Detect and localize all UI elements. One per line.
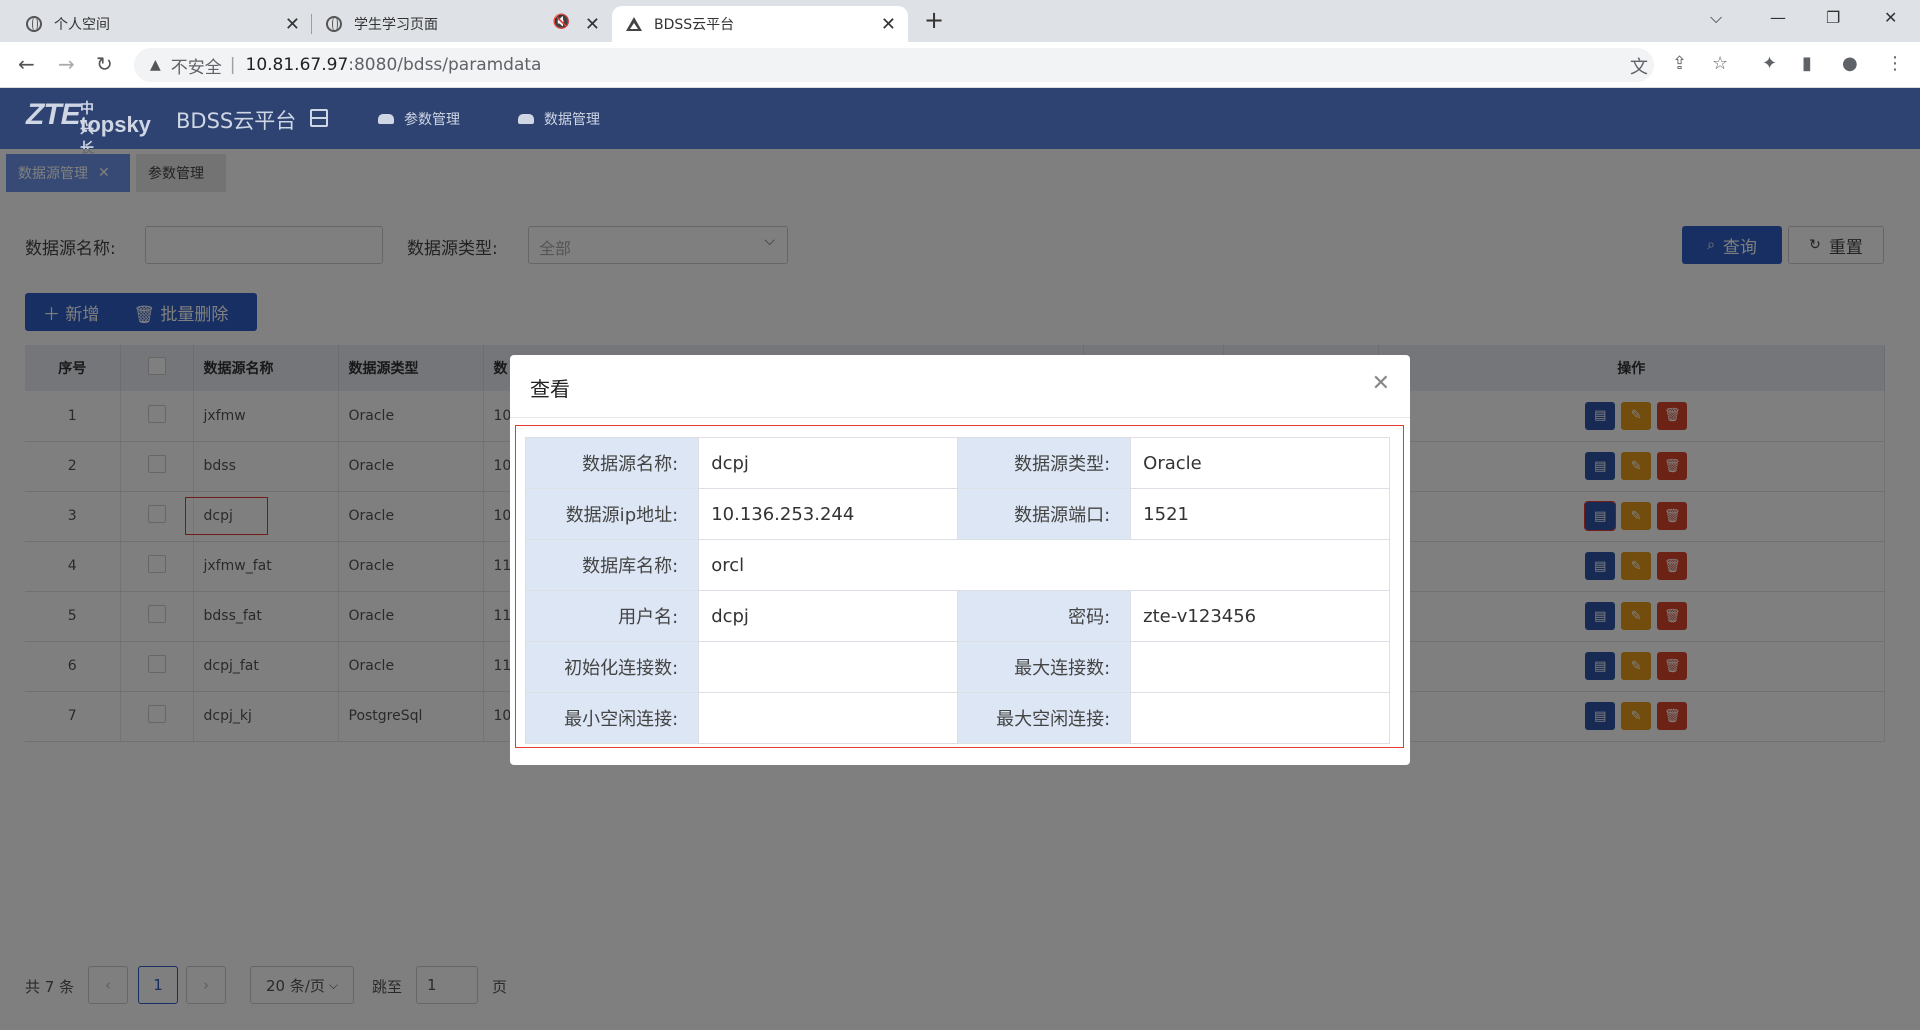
field-label: 数据源类型: (956, 437, 1132, 489)
field-value (1130, 692, 1390, 744)
detail-table: 数据源名称: dcpj 数据源类型: Oracle 数据源ip地址: 10.13… (524, 437, 1390, 744)
address-bar: ← → ↻ ▲ 不安全 | 10.81.67.97:8080/bdss/para… (0, 42, 1920, 88)
field-label: 用户名: (524, 590, 700, 642)
logo: ZTE 中兴长天 topsky (26, 98, 151, 176)
detail-row: 初始化连接数: 最大连接数: (524, 641, 1390, 693)
app-title: BDSS云平台 (176, 109, 297, 133)
back-icon[interactable]: ← (18, 52, 35, 76)
field-value: 10.136.253.244 (698, 488, 958, 540)
sidepanel-icon[interactable]: ▮ (1802, 53, 1812, 74)
globe-icon (326, 16, 342, 32)
field-value: dcpj (698, 437, 958, 489)
close-icon[interactable]: ✕ (285, 14, 300, 35)
detail-row: 数据库名称: orcl (524, 539, 1390, 591)
share-icon[interactable]: ⇪ (1672, 53, 1687, 74)
profile-icon[interactable]: ● (1842, 53, 1858, 74)
separator: | (229, 55, 236, 75)
browser-tab[interactable]: 学生学习页面 🔇 ✕ (312, 6, 612, 42)
field-label: 最大空闲连接: (956, 692, 1132, 744)
browser-tab-title: 学生学习页面 (354, 17, 438, 33)
field-value: dcpj (698, 590, 958, 642)
field-value (698, 692, 958, 744)
field-label: 数据库名称: (524, 539, 700, 591)
browser-tab-title: 个人空间 (54, 17, 110, 33)
url-field[interactable]: ▲ 不安全 | 10.81.67.97:8080/bdss/paramdata (134, 48, 1654, 82)
url-path: :8080/bdss/paramdata (348, 55, 542, 75)
more-icon[interactable]: ⋮ (1886, 53, 1904, 74)
field-value: zte-v123456 (1130, 590, 1390, 642)
detail-row: 用户名: dcpj 密码: zte-v123456 (524, 590, 1390, 642)
nav-label: 数据管理 (544, 112, 600, 128)
field-label: 数据源ip地址: (524, 488, 700, 540)
forward-icon[interactable]: → (58, 52, 75, 76)
extensions-icon[interactable]: ✦ (1762, 53, 1777, 74)
field-label: 最大连接数: (956, 641, 1132, 693)
nav-data-manage[interactable]: 数据管理 (518, 109, 600, 129)
reload-icon[interactable]: ↻ (96, 52, 113, 76)
star-icon[interactable]: ☆ (1712, 53, 1728, 74)
divider (510, 417, 1410, 418)
browser-tab[interactable]: 个人空间 ✕ (12, 6, 312, 42)
url-host: 10.81.67.97 (245, 55, 349, 75)
logo-sub: topsky (80, 112, 151, 137)
users-icon (378, 114, 394, 124)
close-icon[interactable]: ✕ (585, 14, 600, 35)
close-icon[interactable]: ✕ (1372, 371, 1390, 396)
security-label: 不安全 (170, 57, 222, 78)
detail-row: 最小空闲连接: 最大空闲连接: (524, 692, 1390, 744)
drive-icon (626, 17, 642, 31)
browser-tabstrip: 个人空间 ✕ 学生学习页面 🔇 ✕ BDSS云平台 ✕ + ⌵ — ❐ ✕ (0, 0, 1920, 42)
dialog-title: 查看 (530, 377, 570, 401)
view-dialog: 查看 ✕ 数据源名称: dcpj 数据源类型: Oracle 数据源ip地址: … (510, 355, 1410, 765)
field-value: orcl (698, 539, 1390, 591)
menu-toggle-icon[interactable] (310, 109, 328, 127)
minimize-icon[interactable]: — (1770, 8, 1786, 27)
mute-icon[interactable]: 🔇 (553, 14, 570, 30)
new-tab-icon[interactable]: + (924, 6, 944, 34)
translate-icon[interactable]: 文 (1630, 53, 1648, 79)
field-label: 最小空闲连接: (524, 692, 700, 744)
browser-tab-active[interactable]: BDSS云平台 ✕ (612, 6, 908, 42)
globe-icon (26, 16, 42, 32)
users-icon (518, 114, 534, 124)
close-icon[interactable]: ✕ (881, 14, 896, 35)
field-value (698, 641, 958, 693)
url-text: 10.81.67.97:8080/bdss/paramdata (246, 55, 542, 75)
browser-tab-title: BDSS云平台 (654, 17, 735, 33)
chevron-down-icon[interactable]: ⌵ (1710, 8, 1722, 28)
nav-param-manage[interactable]: 参数管理 (378, 109, 460, 129)
window-close-icon[interactable]: ✕ (1884, 8, 1897, 27)
field-value (1130, 641, 1390, 693)
field-label: 密码: (956, 590, 1132, 642)
detail-row: 数据源名称: dcpj 数据源类型: Oracle (524, 437, 1390, 489)
field-value: Oracle (1130, 437, 1390, 489)
restore-icon[interactable]: ❐ (1826, 8, 1840, 27)
field-label: 数据源名称: (524, 437, 700, 489)
warning-icon: ▲ (150, 57, 161, 73)
field-label: 数据源端口: (956, 488, 1132, 540)
nav-label: 参数管理 (404, 112, 460, 128)
field-label: 初始化连接数: (524, 641, 700, 693)
detail-row: 数据源ip地址: 10.136.253.244 数据源端口: 1521 (524, 488, 1390, 540)
logo-main: ZTE (26, 98, 81, 131)
field-value: 1521 (1130, 488, 1390, 540)
app-header: ZTE 中兴长天 topsky BDSS云平台 参数管理 数据管理 (0, 88, 1920, 176)
